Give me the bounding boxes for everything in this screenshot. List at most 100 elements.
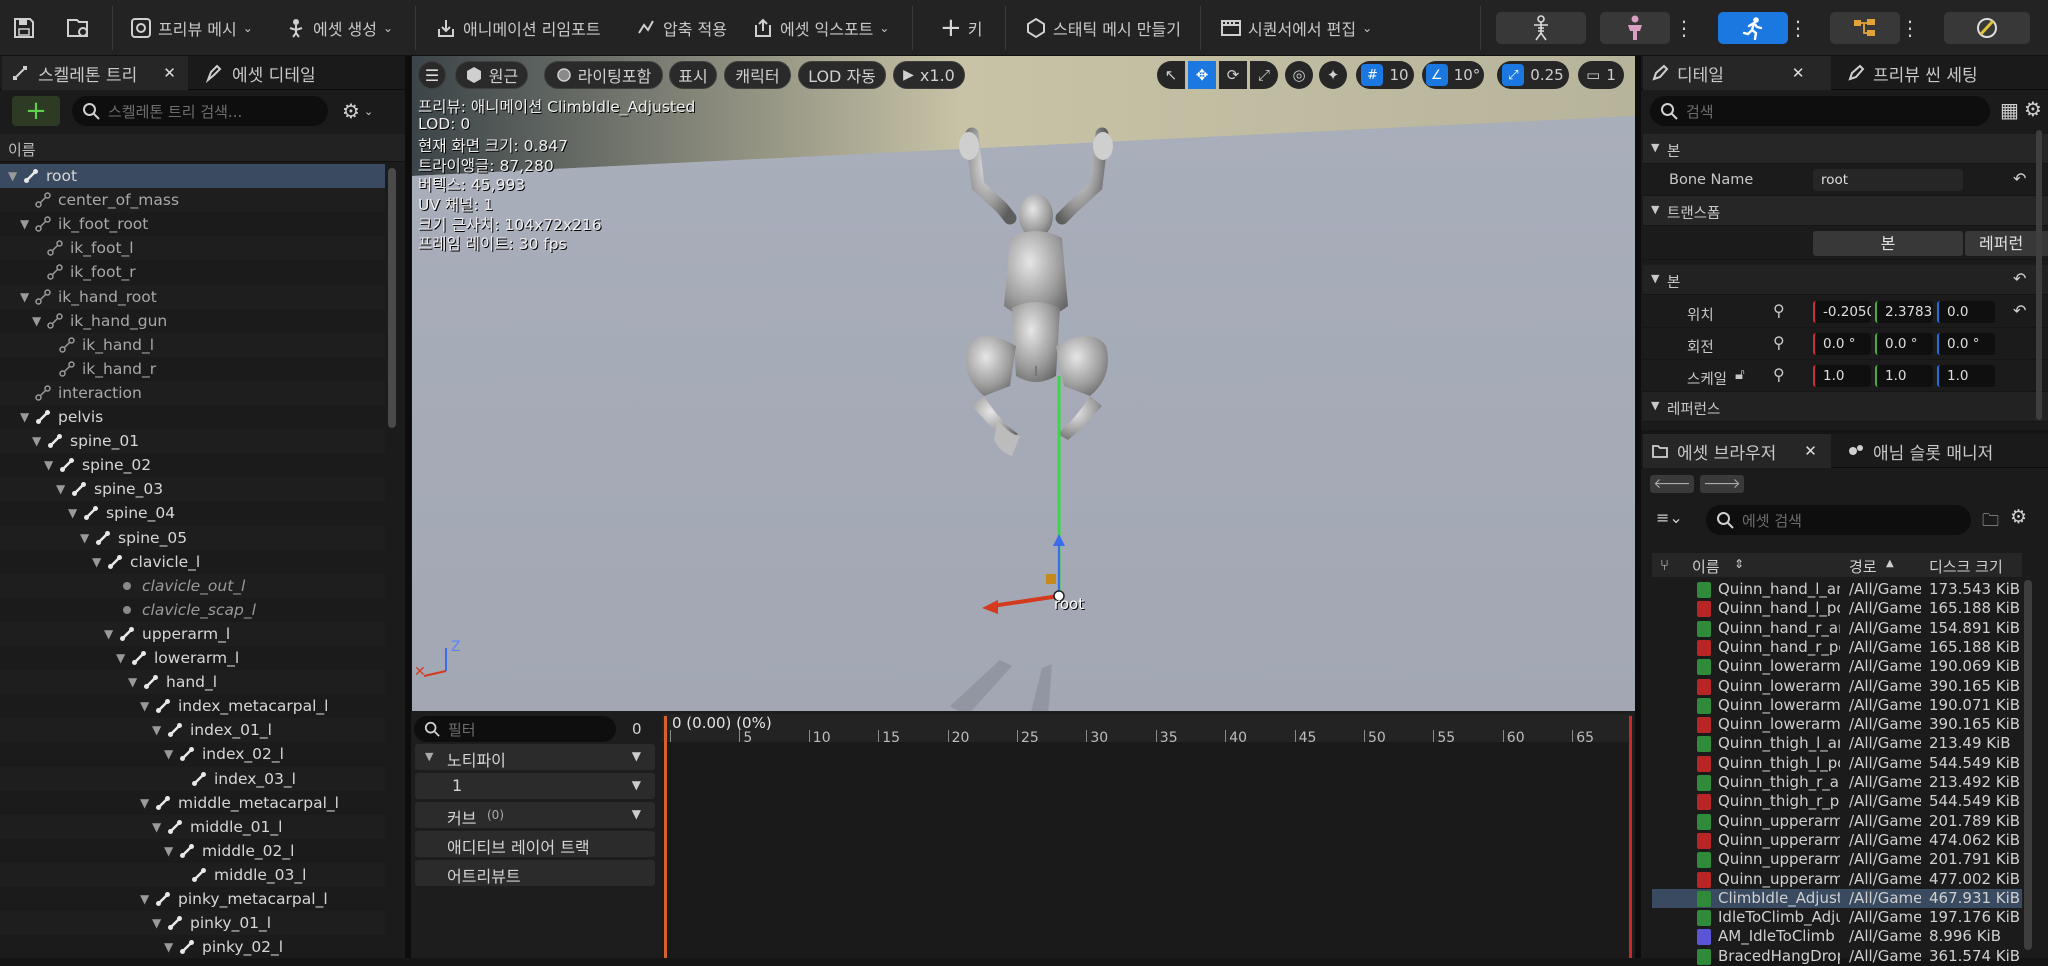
show-button[interactable]: 표시	[669, 61, 717, 89]
curves-track[interactable]: 커브 (0) ▼	[415, 802, 655, 828]
right-splitter[interactable]	[1635, 56, 1641, 958]
perspective-button[interactable]: 원근	[455, 61, 528, 89]
asset-row[interactable]: Quinn_hand_l_pose/All/Game 165.188 KiB	[1652, 599, 2022, 618]
asset-row[interactable]: Quinn_hand_r_pose/All/Game 165.188 KiB	[1652, 638, 2022, 657]
skeleton-column-header[interactable]: 이름	[0, 134, 405, 162]
reset-icon[interactable]: ↶	[2013, 169, 2026, 188]
make-static-mesh-button[interactable]: 스태틱 메시 만들기	[1025, 8, 1181, 48]
left-splitter[interactable]	[405, 56, 411, 958]
scale-tool-icon[interactable]: ⤢	[1250, 61, 1278, 89]
expand-arrow-icon[interactable]: ▼	[164, 844, 173, 858]
expand-arrow-icon[interactable]: ▼	[116, 651, 125, 665]
asset-row[interactable]: ClimbIdle_Adjusted/All/Game 467.931 KiB	[1652, 888, 2022, 908]
timeline-filter-input[interactable]: 필터	[414, 716, 616, 742]
reset-icon[interactable]: ↶	[2013, 301, 2026, 320]
bone-row[interactable]: index_03_l	[0, 766, 385, 791]
create-asset-button[interactable]: 에셋 생성 ⌄	[285, 8, 393, 48]
reimport-anim-button[interactable]: 애니메이션 리임포트	[435, 8, 601, 48]
end-marker[interactable]	[1629, 716, 1632, 958]
scale-snap-button[interactable]: ⤢ 0.25	[1497, 61, 1569, 89]
expand-arrow-icon[interactable]: ▼	[140, 892, 149, 906]
bone-row[interactable]: ▼ root	[0, 164, 385, 188]
table-view-icon[interactable]: ▦	[2000, 98, 2019, 122]
expand-arrow-icon[interactable]: ▼	[152, 916, 161, 930]
column-options-icon[interactable]: ⑂	[1660, 556, 1669, 574]
bone-row[interactable]: ▼ pinky_02_l	[0, 935, 385, 958]
lod-button[interactable]: LOD 자동	[798, 61, 886, 89]
add-key-button[interactable]: + 키	[940, 8, 983, 48]
gear-icon[interactable]: ⚙	[2024, 97, 2042, 121]
bone-row[interactable]: center_of_mass	[0, 188, 385, 213]
expand-arrow-icon[interactable]: ▼	[20, 217, 29, 231]
lighting-button[interactable]: 라이팅포함	[544, 61, 663, 89]
physics-mode-button[interactable]	[1944, 12, 2030, 44]
bone-row[interactable]: ▼ ik_hand_root	[0, 284, 385, 309]
location-x-field[interactable]: -0.2050	[1813, 301, 1871, 323]
coordinate-space-icon[interactable]: ◎	[1285, 61, 1313, 89]
asset-search-input[interactable]: 에셋 검색	[1706, 505, 1971, 535]
bone-row[interactable]: ik_foot_r	[0, 260, 385, 284]
subsection-bone-header[interactable]: ▼ 본 ↶	[1643, 265, 2048, 295]
skeleton-search-input[interactable]: 스켈레톤 트리 검색...	[72, 96, 328, 126]
expand-arrow-icon[interactable]: ▼	[32, 434, 41, 448]
details-search-input[interactable]: 검색	[1650, 96, 1990, 126]
attributes-track[interactable]: 어트리뷰트	[415, 860, 655, 886]
bone-row[interactable]: ▼ spine_01	[0, 429, 385, 454]
gear-icon[interactable]: ⚙	[2010, 506, 2027, 528]
bone-row[interactable]: clavicle_scap_l	[0, 598, 385, 622]
rotation-z-field[interactable]: 0.0 °	[1937, 333, 1995, 355]
camera-speed-button[interactable]: ▭ 1	[1578, 61, 1624, 89]
bone-row[interactable]: ▼ ik_foot_root	[0, 212, 385, 236]
notify-track[interactable]: ▼ 노티파이 ▼	[415, 744, 655, 770]
expand-arrow-icon[interactable]: ▼	[140, 699, 149, 713]
asset-row[interactable]: Quinn_thigh_l_pose/All/Game 544.549 KiB	[1652, 754, 2022, 773]
bone-name-field[interactable]: root	[1813, 169, 1963, 191]
lock-icon[interactable]: 🔓︎	[1735, 365, 1745, 383]
asset-row[interactable]: Quinn_thigh_r_anim/All/Game 213.492 KiB	[1652, 773, 2022, 792]
expand-arrow-icon[interactable]: ▼	[104, 627, 113, 641]
expand-arrow-icon[interactable]: ▼	[164, 747, 173, 761]
expand-arrow-icon[interactable]: ▼	[56, 482, 65, 496]
browse-asset-icon[interactable]	[65, 8, 91, 48]
blueprint-mode-options-icon[interactable]: ⋮	[1896, 12, 1924, 44]
bone-row[interactable]: ▼ index_02_l	[0, 742, 385, 766]
col-path-label[interactable]: 경로	[1849, 556, 1877, 577]
expand-arrow-icon[interactable]: ▼	[80, 531, 89, 545]
play-rate-button[interactable]: ▶ x1.0	[893, 61, 965, 89]
expand-arrow-icon[interactable]: ▼	[68, 506, 77, 520]
asset-column-header[interactable]: ⑂ 이름 ⇕ 경로 ▲ 디스크 크기	[1652, 553, 2022, 577]
bone-row[interactable]: ▼ middle_02_l	[0, 839, 385, 863]
asset-row[interactable]: Quinn_hand_l_anim/All/Game 173.543 KiB	[1652, 580, 2022, 599]
asset-row[interactable]: Quinn_upperarm_ /All/Game 477.002 KiB	[1652, 870, 2022, 889]
asset-row[interactable]: Quinn_lowerarm_ /All/Game 390.165 KiB	[1652, 677, 2022, 696]
bone-row[interactable]: ▼ index_01_l	[0, 718, 385, 743]
bone-row[interactable]: ik_foot_l	[0, 236, 385, 261]
expand-arrow-icon[interactable]: ▼	[140, 796, 149, 810]
tab-skeleton-tree[interactable]: 스켈레톤 트리 ✕	[2, 56, 188, 90]
details-scrollbar[interactable]	[2036, 130, 2042, 420]
rotation-x-field[interactable]: 0.0 °	[1813, 333, 1871, 355]
bone-row[interactable]: ▼ ik_hand_gun	[0, 309, 385, 333]
expand-arrow-icon[interactable]: ▼	[8, 169, 17, 183]
bone-row[interactable]: interaction	[0, 380, 385, 405]
bone-row[interactable]: ▼ middle_01_l	[0, 814, 385, 839]
section-reference-header[interactable]: ▼ 레퍼런스	[1643, 392, 2048, 422]
asset-row[interactable]: Quinn_upperarm_ /All/Game 201.791 KiB	[1652, 850, 2022, 869]
bone-row[interactable]: middle_03_l	[0, 862, 385, 887]
angle-snap-button[interactable]: ∠ 10°	[1422, 61, 1484, 89]
bone-row[interactable]: ▼ middle_metacarpal_l	[0, 791, 385, 815]
expand-arrow-icon[interactable]: ▼	[152, 820, 161, 834]
character-button[interactable]: 캐릭터	[724, 61, 791, 89]
blueprint-mode-button[interactable]	[1830, 12, 1900, 44]
expand-arrow-icon[interactable]: ▼	[128, 675, 137, 689]
expand-arrow-icon[interactable]: ▼	[92, 555, 101, 569]
asset-row[interactable]: Quinn_lowerarm_ /All/Game 190.069 KiB	[1652, 657, 2022, 676]
mesh-mode-button[interactable]	[1600, 12, 1670, 44]
bone-row[interactable]: ▼ index_metacarpal_l	[0, 694, 385, 718]
expand-arrow-icon[interactable]: ▼	[152, 723, 161, 737]
close-icon[interactable]: ✕	[1792, 64, 1805, 82]
expand-arrow-icon[interactable]: ▼	[20, 410, 29, 424]
preview-mesh-button[interactable]: 프리뷰 메시 ⌄	[130, 8, 253, 48]
grid-snap-button[interactable]: # 10	[1356, 61, 1414, 89]
notify-track-1[interactable]: 1 ▼	[415, 773, 655, 799]
